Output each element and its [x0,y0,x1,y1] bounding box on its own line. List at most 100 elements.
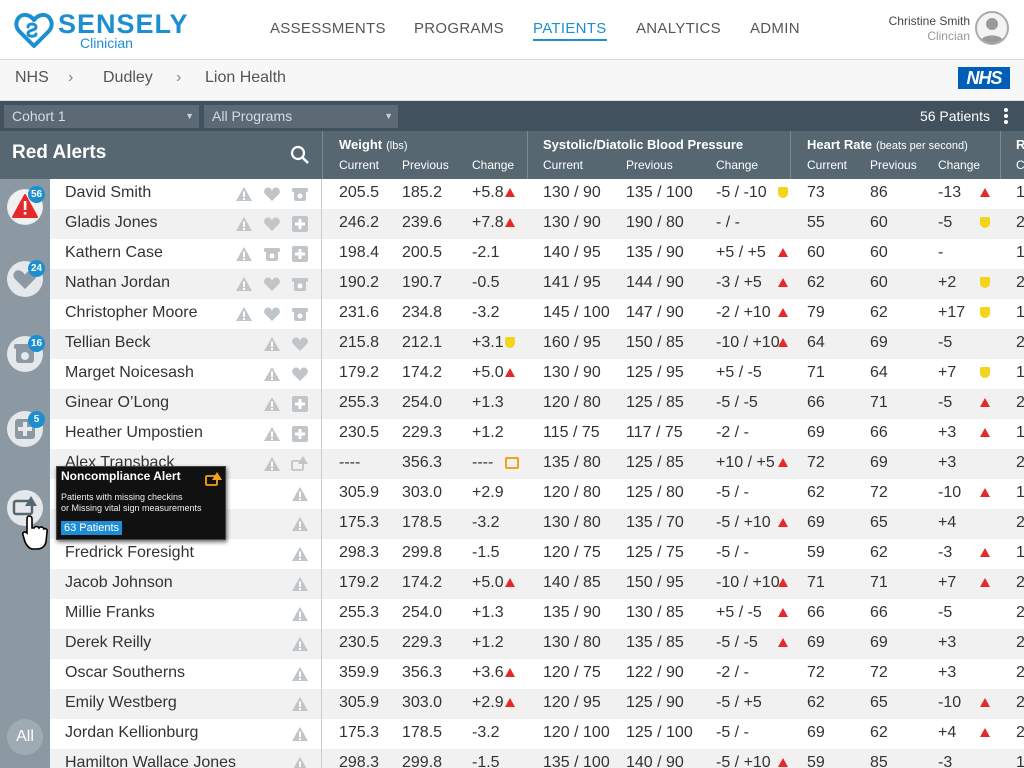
warning-icon [235,305,253,323]
bp-status-icon [778,605,788,623]
table-row[interactable]: Emily Westberg 305.9 303.0 +2.9 120 / 95 125 … [50,689,1024,719]
bp-change: -2 / - [716,424,749,441]
patient-name[interactable]: Tellian Beck [65,334,150,352]
table-row[interactable]: Kathern Case 198.4 200.5 -2.1 140 / 95 135 / … [50,239,1024,269]
patient-name[interactable]: Hamilton Wallace Jones [65,754,236,768]
user-name[interactable]: Christine Smith [889,14,970,28]
patient-name[interactable]: Jacob Johnson [65,574,173,592]
hr-previous: 66 [870,604,888,621]
table-row[interactable]: Hamilton Wallace Jones 298.3 299.8 -1.5 135 … [50,749,1024,768]
patient-name[interactable]: Oscar Southerns [65,664,185,682]
patient-name[interactable]: David Smith [65,184,151,202]
patient-name[interactable]: Christopher Moore [65,304,198,322]
weight-header[interactable]: Weight (lbs) [339,137,407,152]
bp-current: 120 / 75 [543,664,601,681]
patient-name[interactable]: Heather Umpostien [65,424,203,442]
hr-change-header[interactable]: Change [938,158,980,172]
patient-name[interactable]: Millie Franks [65,604,155,622]
patient-name[interactable]: Fredrick Foresight [65,544,194,562]
bp-previous: 125 / 100 [626,724,693,741]
breadcrumb-dudley[interactable]: Dudley [103,69,153,87]
table-row[interactable]: Marget Noicesash 179.2 174.2 +5.0 130 / 90 12… [50,359,1024,389]
hr-previous: 60 [870,244,888,261]
search-icon[interactable] [290,145,310,165]
table-row[interactable]: Jordan Kellionburg 175.3 178.5 -3.2 120 / 10… [50,719,1024,749]
hr-previous-header[interactable]: Previous [870,158,917,172]
bp-previous-header[interactable]: Previous [626,158,673,172]
r-current: 2 [1016,334,1024,351]
table-row[interactable]: Ginear O’Long 255.3 254.0 +1.3 120 / 80 125 /… [50,389,1024,419]
patient-name[interactable]: Derek Reilly [65,634,151,652]
tooltip-patients-button[interactable]: 63 Patients [61,521,123,535]
nav-programs[interactable]: PROGRAMS [414,20,504,37]
table-row[interactable]: Christopher Moore 231.6 234.8 -3.2 145 / 100… [50,299,1024,329]
heart-rate-header[interactable]: Heart Rate (beats per second) [807,137,968,152]
hr-current: 55 [807,214,825,231]
table-row[interactable]: Oscar Southerns 359.9 356.3 +3.6 120 / 75 122… [50,659,1024,689]
table-row[interactable]: Millie Franks 255.3 254.0 +1.3 135 / 90 130 /… [50,599,1024,629]
heart-icon [263,215,281,233]
patient-name[interactable]: Kathern Case [65,244,163,262]
table-row[interactable]: Heather Umpostien 230.5 229.3 +1.2 115 / 75 1… [50,419,1024,449]
nav-analytics[interactable]: ANALYTICS [636,20,721,37]
bp-change-header[interactable]: Change [716,158,758,172]
weight-current-header[interactable]: Current [339,158,379,172]
weight-change-header[interactable]: Change [472,158,514,172]
table-row[interactable]: Derek Reilly 230.5 229.3 +1.2 130 / 80 135 / … [50,629,1024,659]
warning-icon [263,425,281,443]
more-menu-icon[interactable] [1004,107,1010,125]
patient-name[interactable]: Marget Noicesash [65,364,194,382]
warning-icon [235,275,253,293]
bp-previous: 147 / 90 [626,304,684,321]
table-row[interactable]: David Smith 205.5 185.2 +5.8 130 / 90 135 / 1… [50,179,1024,209]
programs-select-value: All Programs [212,108,293,124]
breadcrumb-lion-health[interactable]: Lion Health [205,69,286,87]
table-row[interactable]: Fredrick Foresight 298.3 299.8 -1.5 120 / 75… [50,539,1024,569]
bp-status-icon [778,335,788,353]
patient-name[interactable]: Gladis Jones [65,214,158,232]
nav-assessments[interactable]: ASSESSMENTS [270,20,386,37]
table-row[interactable]: Gladis Jones 246.2 239.6 +7.8 130 / 90 190 / … [50,209,1024,239]
w-previous: 239.6 [402,214,443,231]
programs-select[interactable]: All Programs ▼ [204,105,398,128]
table-row[interactable]: Jacob Johnson 179.2 174.2 +5.0 140 / 85 150 /… [50,569,1024,599]
nav-admin[interactable]: ADMIN [750,20,800,37]
w-change: +1.3 [472,604,504,621]
bp-change: - / - [716,214,740,231]
w-change: +3.6 [472,664,504,681]
avatar[interactable] [975,11,1009,45]
patient-name[interactable]: Jordan Kellionburg [65,724,198,742]
bp-change: +5 / +5 [716,244,766,261]
w-change: +2.9 [472,694,504,711]
dropdown-arrow-icon: ▼ [384,111,393,121]
blood-pressure-header[interactable]: Systolic/Diatolic Blood Pressure [543,137,743,152]
bp-current: 120 / 80 [543,394,601,411]
w-previous: 190.7 [402,274,443,291]
breadcrumb-nhs[interactable]: NHS [15,69,49,87]
weight-status-icon [505,575,515,593]
table-row[interactable]: Nathan Jordan 190.2 190.7 -0.5 141 / 95 144 /… [50,269,1024,299]
patient-name[interactable]: Ginear O’Long [65,394,169,412]
bp-current-header[interactable]: Current [543,158,583,172]
table-row[interactable]: Tellian Beck 215.8 212.1 +3.1 160 / 95 150 / … [50,329,1024,359]
warning-icon [291,485,309,503]
nav-patients[interactable]: PATIENTS [533,20,607,41]
patient-name[interactable]: Emily Westberg [65,694,177,712]
r-current-header[interactable]: Current [1016,158,1024,172]
hr-current-header[interactable]: Current [807,158,847,172]
cohort-select[interactable]: Cohort 1 ▼ [4,105,199,128]
w-current: 215.8 [339,334,380,351]
r-header[interactable]: R [1016,137,1024,152]
bp-change: -10 / +10 [716,334,780,351]
hr-previous: 71 [870,394,888,411]
hr-change: +17 [938,304,966,321]
warning-icon [291,545,309,563]
hr-current: 69 [807,514,825,531]
plus-icon [291,395,309,413]
hr-previous: 85 [870,754,888,768]
weight-previous-header[interactable]: Previous [402,158,449,172]
bp-current: 120 / 100 [543,724,610,741]
all-filter-button[interactable]: All [7,719,43,755]
patient-name[interactable]: Nathan Jordan [65,274,170,292]
sensely-logo-icon [14,12,54,48]
